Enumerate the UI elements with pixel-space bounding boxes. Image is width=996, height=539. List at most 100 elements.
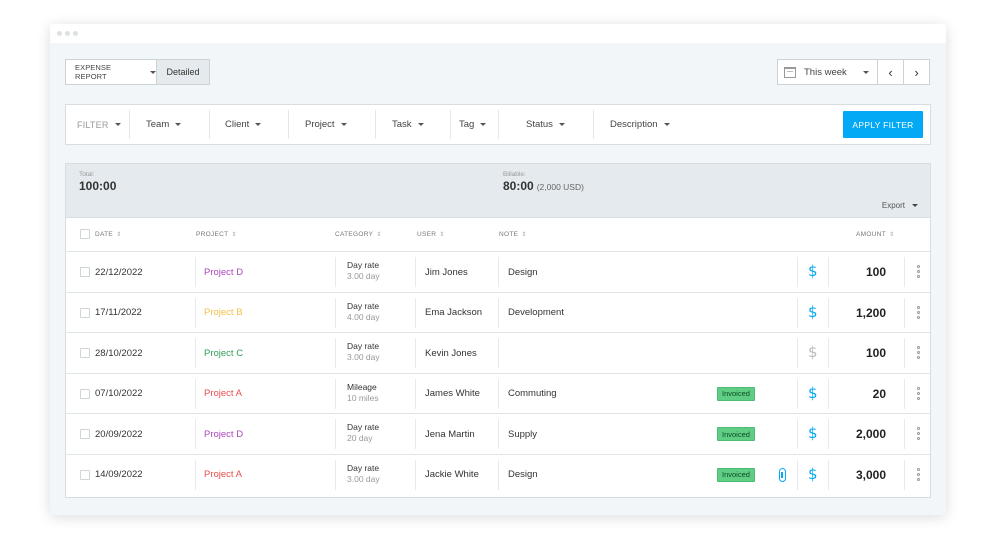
divider (415, 297, 416, 328)
table-row[interactable]: 17/11/2022 Project B Day rate 4.00 day Ema J… (66, 293, 930, 333)
column-category[interactable]: CATEGORY ⇕ (335, 231, 382, 238)
divider (828, 257, 829, 287)
row-project[interactable]: Project A (204, 374, 242, 414)
billable-icon[interactable]: $ (808, 343, 818, 361)
table-row[interactable]: 20/09/2022 Project D Day rate 20 day Jena Ma… (66, 414, 930, 455)
filter-description-label: Description (610, 119, 658, 130)
billable-icon[interactable]: $ (808, 303, 818, 321)
row-checkbox[interactable] (80, 307, 90, 318)
row-category[interactable]: Day rate 20 day (347, 422, 379, 444)
row-category[interactable]: Day rate 4.00 day (347, 301, 380, 323)
app-window: EXPENSE REPORT Detailed This week ‹ › FI… (50, 24, 946, 515)
apply-filter-button[interactable]: APPLY FILTER (843, 111, 923, 138)
column-user[interactable]: USER ⇕ (417, 231, 445, 238)
export-label: Export (881, 201, 905, 210)
row-amount[interactable]: 100 (866, 252, 886, 292)
table-row[interactable]: 28/10/2022 Project C Day rate 3.00 day Kevin… (66, 333, 930, 374)
filter-task[interactable]: Task (392, 105, 424, 144)
row-category[interactable]: Day rate 3.00 day (347, 260, 380, 282)
detailed-view-button[interactable]: Detailed (156, 59, 210, 85)
column-amount[interactable]: AMOUNT ⇕ (856, 231, 894, 238)
divider (209, 110, 210, 139)
row-checkbox[interactable] (80, 429, 90, 439)
more-options-icon[interactable] (917, 265, 921, 280)
filter-dropdown[interactable]: FILTER (77, 105, 121, 144)
row-project[interactable]: Project D (204, 414, 243, 454)
row-user[interactable]: Kevin Jones (425, 333, 477, 373)
billable-icon[interactable]: $ (808, 384, 818, 402)
row-project[interactable]: Project B (204, 293, 243, 333)
row-category[interactable]: Day rate 3.00 day (347, 463, 380, 485)
row-date: 28/10/2022 (95, 347, 143, 359)
billable-icon[interactable]: $ (808, 424, 818, 442)
export-dropdown[interactable]: Export (882, 201, 918, 210)
caret-down-icon (255, 123, 262, 126)
row-category[interactable]: Day rate 3.00 day (347, 341, 380, 363)
filter-team[interactable]: Team (146, 105, 182, 144)
category-name: Day rate (347, 300, 380, 311)
caret-down-icon (175, 123, 182, 126)
column-category-label: CATEGORY (335, 231, 374, 238)
row-checkbox[interactable] (80, 388, 90, 399)
next-period-button[interactable]: › (903, 59, 930, 85)
row-project[interactable]: Project C (204, 333, 243, 373)
row-category[interactable]: Mileage 10 miles (347, 382, 379, 404)
row-amount[interactable]: 2,000 (856, 414, 886, 454)
row-note[interactable]: Design (508, 455, 538, 495)
more-options-icon[interactable] (917, 386, 921, 402)
column-note[interactable]: NOTE ⇕ (499, 231, 527, 238)
row-amount[interactable]: 1,200 (856, 293, 886, 333)
date-range-picker[interactable]: This week (777, 59, 878, 85)
row-user[interactable]: Jackie White (425, 455, 479, 495)
table-row[interactable]: 07/10/2022 Project A Mileage 10 miles James … (66, 374, 930, 414)
table-row[interactable]: 22/12/2022 Project D Day rate 3.00 day Jim J… (66, 252, 930, 293)
divider (195, 297, 196, 328)
more-options-icon[interactable] (917, 346, 921, 361)
row-user[interactable]: Ema Jackson (425, 293, 482, 333)
row-project[interactable]: Project D (204, 252, 243, 292)
filter-project[interactable]: Project (305, 105, 347, 144)
filter-description[interactable]: Description (610, 105, 670, 144)
row-project[interactable]: Project A (204, 455, 242, 495)
column-date[interactable]: DATE ⇕ (95, 231, 121, 238)
chevron-right-icon: › (914, 64, 919, 80)
row-note[interactable]: Development (508, 293, 564, 333)
column-project[interactable]: PROJECT ⇕ (196, 231, 237, 238)
row-note[interactable]: Supply (508, 414, 537, 454)
filter-tag[interactable]: Tag (459, 105, 487, 144)
filter-tag-label: Tag (459, 119, 475, 130)
row-note[interactable]: Commuting (508, 374, 557, 414)
row-date: 17/11/2022 (95, 307, 142, 318)
row-checkbox[interactable] (80, 469, 90, 480)
row-amount[interactable]: 20 (873, 374, 886, 414)
row-user[interactable]: James White (425, 374, 480, 414)
more-options-icon[interactable] (917, 305, 921, 321)
divider (450, 110, 451, 139)
divider (415, 338, 416, 368)
filter-client[interactable]: Client (225, 105, 262, 144)
billable-icon[interactable]: $ (808, 262, 818, 280)
row-checkbox[interactable] (80, 267, 90, 277)
expense-report-dropdown[interactable]: EXPENSE REPORT (65, 59, 157, 85)
row-note[interactable]: Design (508, 252, 538, 292)
attachment-icon[interactable] (779, 467, 786, 482)
filter-team-label: Team (146, 119, 170, 130)
chevron-left-icon: ‹ (888, 64, 893, 80)
row-date: 07/10/2022 (95, 388, 143, 399)
row-amount[interactable]: 3,000 (856, 455, 886, 495)
filter-status[interactable]: Status (526, 105, 565, 144)
row-user[interactable]: Jena Martin (425, 414, 475, 454)
more-options-icon[interactable] (917, 427, 921, 442)
previous-period-button[interactable]: ‹ (877, 59, 904, 85)
table-row[interactable]: 14/09/2022 Project A Day rate 3.00 day Jacki… (66, 455, 930, 496)
row-user[interactable]: Jim Jones (425, 252, 468, 292)
select-all-checkbox[interactable] (80, 229, 90, 239)
billable-icon[interactable]: $ (808, 465, 818, 483)
filter-task-label: Task (392, 119, 412, 130)
row-amount[interactable]: 100 (866, 333, 886, 373)
row-date: 14/09/2022 (95, 469, 143, 480)
row-checkbox[interactable] (80, 348, 90, 358)
more-options-icon[interactable] (917, 467, 921, 483)
filter-status-label: Status (526, 119, 553, 130)
category-quantity: 3.00 day (347, 352, 380, 362)
